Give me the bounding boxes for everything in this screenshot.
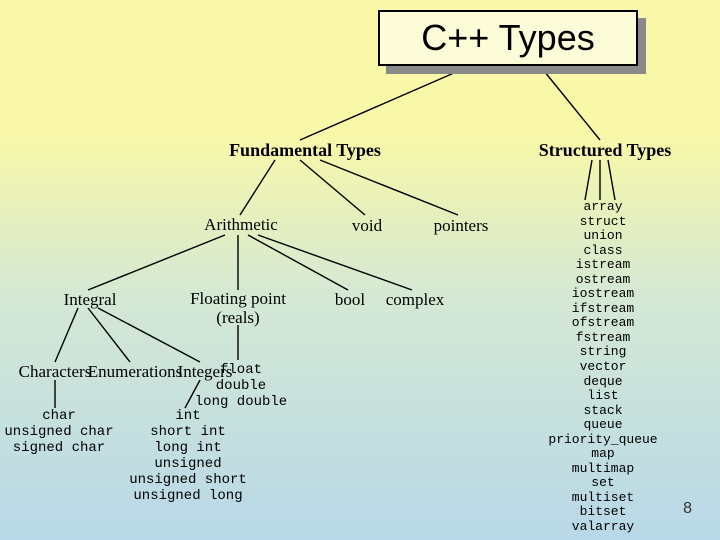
node-void: void [342,216,392,236]
page-number: 8 [683,500,692,518]
node-floating-point: Floating point (reals) [178,290,298,327]
node-floating-point-label: Floating point (reals) [190,289,286,327]
leaf-int-types: int short int long int unsigned unsigned… [118,408,258,505]
leaf-floating-types: float double long double [186,362,296,410]
node-bool: bool [325,290,375,310]
leaf-structured-types: array struct union class istream ostream… [528,200,678,535]
diagram-title: C++ Types [378,10,638,66]
node-complex: complex [380,290,450,310]
node-structured-types: Structured Types [530,140,680,161]
node-fundamental-types: Fundamental Types [220,140,390,161]
node-pointers: pointers [426,216,496,236]
leaf-char-types: char unsigned char signed char [0,408,118,456]
node-arithmetic: Arithmetic [195,215,287,235]
node-integral: Integral [55,290,125,310]
